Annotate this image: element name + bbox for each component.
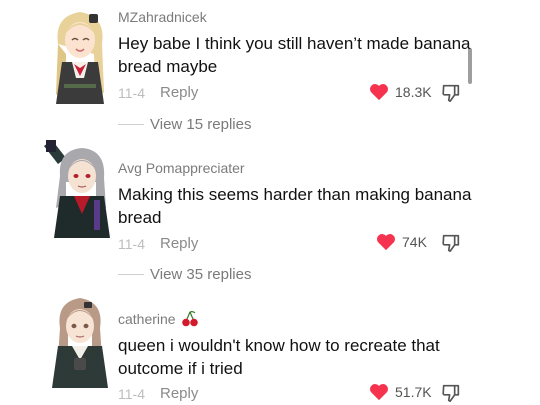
- comment-text: queen i wouldn't know how to recreate th…: [118, 336, 440, 378]
- reply-button[interactable]: Reply: [160, 84, 198, 101]
- view-replies-button[interactable]: View 35 replies: [118, 266, 251, 283]
- comment-date: 11-4: [118, 85, 145, 101]
- cherry-icon: [181, 311, 199, 327]
- like-count: 51.7K: [395, 384, 432, 400]
- heart-icon: [376, 233, 396, 251]
- comment-username[interactable]: Avg Pomappreciater: [118, 160, 245, 176]
- avatar[interactable]: [44, 4, 116, 104]
- dislike-icon[interactable]: [440, 232, 462, 254]
- comment-date: 11-4: [118, 236, 145, 252]
- divider-line: [118, 124, 144, 125]
- like-button[interactable]: 51.7K: [369, 383, 432, 401]
- heart-icon: [369, 83, 389, 101]
- heart-icon: [369, 383, 389, 401]
- comment-username[interactable]: catherine: [118, 311, 199, 327]
- like-count: 18.3K: [395, 84, 432, 100]
- like-button[interactable]: 74K: [376, 233, 427, 251]
- reply-button[interactable]: Reply: [160, 235, 198, 252]
- avatar[interactable]: [44, 138, 116, 238]
- dislike-icon[interactable]: [440, 382, 462, 404]
- comment-username[interactable]: MZahradnicek: [118, 9, 207, 25]
- like-button[interactable]: 18.3K: [369, 83, 432, 101]
- reply-button[interactable]: Reply: [160, 385, 198, 402]
- divider-line: [118, 274, 144, 275]
- like-count: 74K: [402, 234, 427, 250]
- avatar[interactable]: [44, 288, 116, 388]
- dislike-icon[interactable]: [440, 82, 462, 104]
- view-replies-label[interactable]: View 15 replies: [150, 116, 251, 133]
- view-replies-label[interactable]: View 35 replies: [150, 266, 251, 283]
- comment-date: 11-4: [118, 386, 145, 402]
- comment-text: Hey babe I think you still haven’t made …: [118, 34, 471, 76]
- username-text[interactable]: catherine: [118, 311, 176, 327]
- comment-text: Making this seems harder than making ban…: [118, 185, 472, 227]
- view-replies-button[interactable]: View 15 replies: [118, 116, 251, 133]
